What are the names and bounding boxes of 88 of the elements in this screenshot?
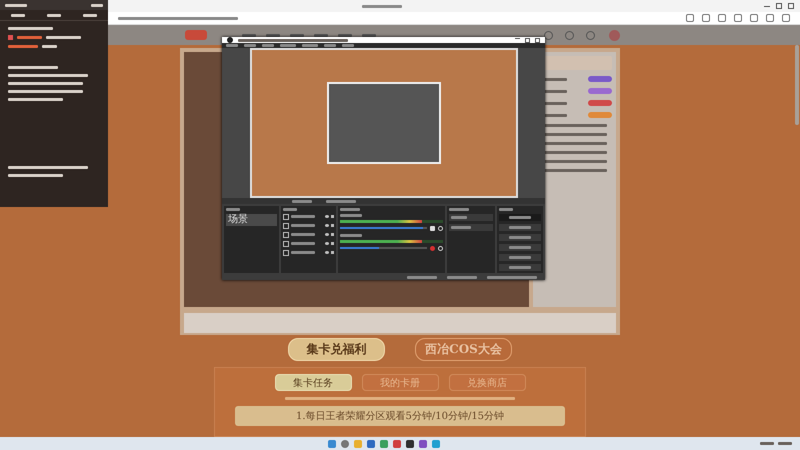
task-row: 1.每日王者荣耀分区观看5分钟/10分钟/15分钟 <box>235 406 565 426</box>
lock-icon[interactable] <box>331 233 334 236</box>
rank-badge <box>588 112 612 118</box>
transition-select[interactable] <box>449 214 493 221</box>
blurred-text <box>291 224 315 228</box>
blurred-text <box>326 200 356 202</box>
blurred-text <box>338 34 352 36</box>
control-button[interactable] <box>499 244 541 251</box>
eye-icon[interactable] <box>325 242 329 246</box>
rank-badge <box>588 76 612 82</box>
blurred-text <box>340 208 360 211</box>
blurred-text <box>509 216 531 219</box>
blurred-text <box>291 215 315 218</box>
blurred-text <box>487 276 537 279</box>
blurred-text <box>499 208 513 211</box>
control-button[interactable] <box>499 254 541 261</box>
blurred-text <box>324 44 336 48</box>
blurred-text <box>340 234 362 237</box>
duration-field[interactable] <box>449 224 493 231</box>
blurred-text <box>291 233 315 236</box>
scene-item[interactable]: 场景 <box>226 214 277 226</box>
blurred-text <box>280 44 296 48</box>
blurred-text <box>226 44 238 48</box>
blurred-text <box>47 14 61 16</box>
maximize-icon[interactable] <box>776 3 782 9</box>
blurred-text <box>290 34 304 36</box>
control-button[interactable] <box>499 264 541 271</box>
blurred-text <box>292 200 312 202</box>
blurred-text <box>8 174 63 177</box>
volume-slider[interactable] <box>340 247 427 250</box>
close-icon[interactable] <box>788 3 794 9</box>
muted-speaker-icon[interactable] <box>430 246 435 251</box>
blurred-text <box>314 34 328 36</box>
blurred-text <box>91 4 103 6</box>
tab[interactable]: 集卡任务 <box>274 374 352 391</box>
blurred-text <box>266 34 280 36</box>
blurred-text <box>509 236 531 239</box>
blurred-text <box>8 27 53 30</box>
blurred-text <box>509 226 531 229</box>
blurred-text <box>447 276 477 279</box>
lock-icon[interactable] <box>331 251 334 254</box>
blurred-text <box>5 4 27 6</box>
blurred-text <box>451 226 471 229</box>
control-button[interactable] <box>499 224 541 231</box>
blurred-text <box>302 44 318 48</box>
settings-icon[interactable] <box>438 226 443 231</box>
rank-badge <box>588 100 612 106</box>
settings-icon[interactable] <box>438 246 443 251</box>
blurred-text <box>342 44 354 48</box>
blurred-text <box>509 256 531 259</box>
blurred-text <box>509 246 531 249</box>
eye-icon[interactable] <box>325 224 329 228</box>
blurred-text <box>407 276 437 279</box>
blurred-text <box>8 66 58 69</box>
blurred-text <box>244 44 256 48</box>
rank-badge <box>588 88 612 94</box>
blurred-text <box>291 251 315 254</box>
blurred-text <box>8 98 63 101</box>
blurred-text <box>83 14 97 16</box>
eye-icon[interactable] <box>325 215 329 218</box>
scrollbar[interactable] <box>795 45 799 125</box>
control-button[interactable] <box>499 234 541 241</box>
blurred-text <box>8 45 38 48</box>
lock-icon[interactable] <box>331 215 334 218</box>
blurred-text <box>17 36 42 39</box>
blurred-text <box>509 266 531 269</box>
eye-icon[interactable] <box>325 251 329 254</box>
lock-icon[interactable] <box>331 224 334 228</box>
lock-icon[interactable] <box>331 242 334 246</box>
speaker-icon[interactable] <box>430 226 435 231</box>
blurred-text <box>291 242 315 246</box>
blurred-text <box>451 216 467 219</box>
blurred-text <box>362 34 376 36</box>
blurred-text <box>778 442 792 445</box>
blurred-text <box>242 34 256 36</box>
blurred-text <box>283 208 297 211</box>
blurred-text <box>262 44 274 48</box>
blurred-text <box>46 36 81 39</box>
blurred-text <box>340 214 362 217</box>
eye-icon[interactable] <box>325 233 329 236</box>
blurred-text <box>760 442 774 445</box>
blurred-text <box>11 14 25 16</box>
control-button[interactable] <box>499 214 541 221</box>
blurred-text <box>362 4 402 8</box>
blurred-text <box>42 45 57 48</box>
blurred-text <box>449 208 469 211</box>
blurred-text <box>226 208 240 211</box>
banner-tab[interactable]: 集卡兑福利 <box>288 338 385 361</box>
